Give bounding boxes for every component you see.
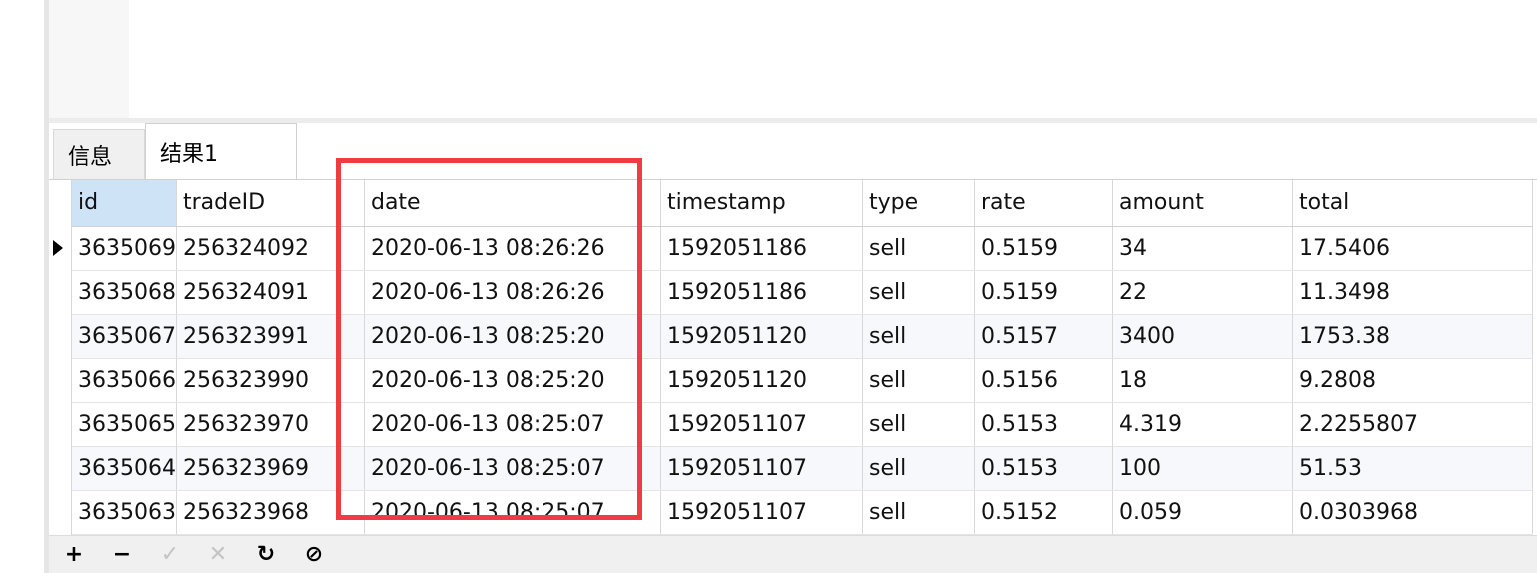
cell-id[interactable]: 3635065 [72,402,177,447]
cell-total[interactable]: 11.3498 [1292,270,1533,315]
cell-id[interactable]: 3635067 [72,314,177,359]
cell-type[interactable]: sell [862,490,975,535]
cell-tradeid[interactable]: 256323991 [176,314,365,359]
refresh-icon[interactable]: ↻ [253,542,279,568]
cell-date[interactable]: 2020-06-13 08:25:07 [364,446,661,491]
query-result-window: 信息 结果1 id tradeID date timestamp type ra… [0,0,1537,573]
cell-rate[interactable]: 0.5159 [974,226,1113,271]
cell-timestamp[interactable]: 1592051120 [660,314,863,359]
cell-tradeid[interactable]: 256323969 [176,446,365,491]
column-header-date[interactable]: date [364,180,661,227]
cell-timestamp[interactable]: 1592051120 [660,358,863,403]
cell-rate[interactable]: 0.5156 [974,358,1113,403]
cell-rate[interactable]: 0.5152 [974,490,1113,535]
cell-date[interactable]: 2020-06-13 08:25:20 [364,358,661,403]
tab-result-1-label: 结果1 [160,142,218,167]
cell-total[interactable]: 17.5406 [1292,226,1533,271]
cell-date[interactable]: 2020-06-13 08:25:07 [364,402,661,447]
cell-timestamp[interactable]: 1592051107 [660,402,863,447]
cell-timestamp[interactable]: 1592051107 [660,490,863,535]
table-row[interactable]: 3635064 256323969 2020-06-13 08:25:07 15… [72,446,1533,491]
table-row[interactable]: 3635063 256323968 2020-06-13 08:25:07 15… [72,490,1533,535]
cell-amount[interactable]: 18 [1112,358,1293,403]
cell-date[interactable]: 2020-06-13 08:26:26 [364,226,661,271]
sql-editor[interactable] [129,0,1537,118]
cell-tradeid[interactable]: 256324091 [176,270,365,315]
add-row-icon[interactable]: + [61,542,87,568]
cell-id[interactable]: 3635066 [72,358,177,403]
discard-changes-icon[interactable]: ✕ [205,542,231,568]
cell-tradeid[interactable]: 256324092 [176,226,365,271]
cell-rate[interactable]: 0.5153 [974,402,1113,447]
stop-icon[interactable]: ⊘ [301,542,327,568]
tab-info[interactable]: 信息 [53,129,145,180]
cell-tradeid[interactable]: 256323990 [176,358,365,403]
table-row[interactable]: 3635067 256323991 2020-06-13 08:25:20 15… [72,314,1533,359]
cell-timestamp[interactable]: 1592051186 [660,270,863,315]
table-row[interactable]: 3635066 256323990 2020-06-13 08:25:20 15… [72,358,1533,403]
apply-changes-icon[interactable]: ✓ [157,542,183,568]
cell-timestamp[interactable]: 1592051107 [660,446,863,491]
cell-amount[interactable]: 34 [1112,226,1293,271]
cell-amount[interactable]: 3400 [1112,314,1293,359]
cell-date[interactable]: 2020-06-13 08:25:07 [364,490,661,535]
cell-amount[interactable]: 22 [1112,270,1293,315]
cell-date[interactable]: 2020-06-13 08:26:26 [364,270,661,315]
cell-date[interactable]: 2020-06-13 08:25:20 [364,314,661,359]
cell-amount[interactable]: 4.319 [1112,402,1293,447]
column-header-tradeid[interactable]: tradeID [176,180,365,227]
cell-amount[interactable]: 100 [1112,446,1293,491]
cell-tradeid[interactable]: 256323970 [176,402,365,447]
sql-editor-gutter [49,0,129,118]
cell-amount[interactable]: 0.059 [1112,490,1293,535]
cell-id[interactable]: 3635064 [72,446,177,491]
cell-type[interactable]: sell [862,402,975,447]
column-header-total[interactable]: total [1292,180,1533,227]
left-rail [0,0,44,573]
cell-total[interactable]: 2.2255807 [1292,402,1533,447]
cell-rate[interactable]: 0.5153 [974,446,1113,491]
cell-id[interactable]: 3635063 [72,490,177,535]
column-header-type[interactable]: type [862,180,975,227]
cell-type[interactable]: sell [862,358,975,403]
cell-type[interactable]: sell [862,270,975,315]
cell-tradeid[interactable]: 256323968 [176,490,365,535]
column-header-id[interactable]: id [72,180,177,227]
cell-id[interactable]: 3635068 [72,270,177,315]
column-header-timestamp[interactable]: timestamp [660,180,863,227]
result-tab-strip: 信息 结果1 [49,123,1537,180]
cell-id[interactable]: 3635069 [72,226,177,271]
column-header-rate[interactable]: rate [974,180,1113,227]
cell-rate[interactable]: 0.5157 [974,314,1113,359]
grid-toolbar: + − ✓ ✕ ↻ ⊘ [49,535,1537,573]
cell-rate[interactable]: 0.5159 [974,270,1113,315]
cell-type[interactable]: sell [862,446,975,491]
cell-total[interactable]: 9.2808 [1292,358,1533,403]
header-row: id tradeID date timestamp type rate amou… [72,180,1533,227]
row-indicator-column [49,180,72,535]
result-table: id tradeID date timestamp type rate amou… [72,180,1533,535]
cell-total[interactable]: 0.0303968 [1292,490,1533,535]
column-header-amount[interactable]: amount [1112,180,1293,227]
cell-total[interactable]: 51.53 [1292,446,1533,491]
cell-timestamp[interactable]: 1592051186 [660,226,863,271]
tab-info-label: 信息 [68,145,113,170]
table-row[interactable]: 3635068 256324091 2020-06-13 08:26:26 15… [72,270,1533,315]
delete-row-icon[interactable]: − [109,542,135,568]
cell-type[interactable]: sell [862,226,975,271]
current-row-arrow-icon [53,240,63,256]
table-row[interactable]: 3635065 256323970 2020-06-13 08:25:07 15… [72,402,1533,447]
table-row[interactable]: 3635069 256324092 2020-06-13 08:26:26 15… [72,226,1533,271]
cell-total[interactable]: 1753.38 [1292,314,1533,359]
cell-type[interactable]: sell [862,314,975,359]
result-grid[interactable]: id tradeID date timestamp type rate amou… [49,180,1537,535]
tab-result-1[interactable]: 结果1 [145,123,297,180]
